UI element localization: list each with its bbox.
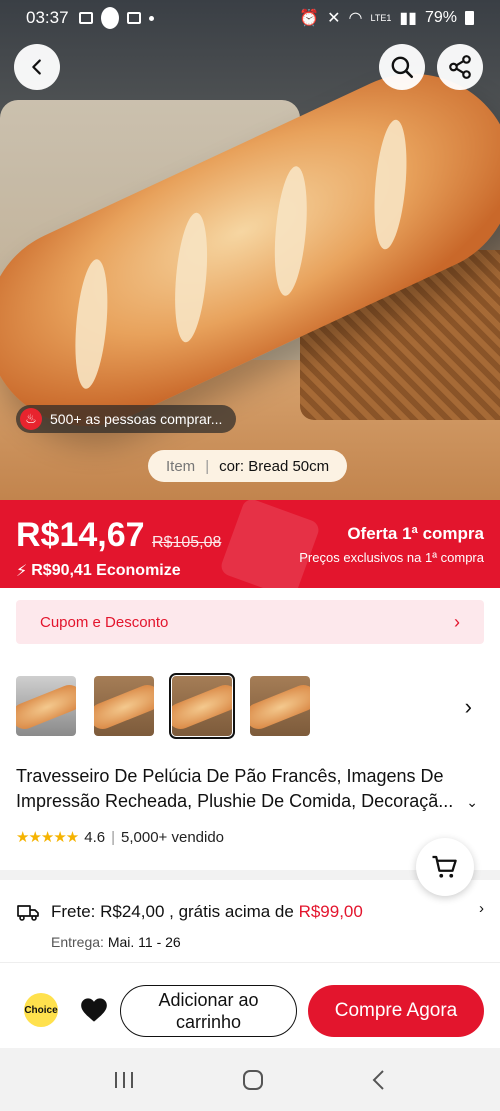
chevron-down-icon[interactable]: ⌄ bbox=[466, 794, 478, 811]
share-button[interactable] bbox=[437, 44, 483, 90]
variant-value: cor: Bread 50cm bbox=[219, 457, 330, 475]
system-nav-bar bbox=[0, 1048, 500, 1111]
thumbnail-selected[interactable] bbox=[169, 673, 235, 739]
network-label: LTE1 bbox=[370, 13, 392, 23]
heart-icon[interactable] bbox=[80, 997, 108, 1023]
thumbnail[interactable] bbox=[94, 676, 154, 736]
back-button[interactable] bbox=[14, 44, 60, 90]
rating-row[interactable]: ★★★★★ 4.6 | 5,000+ vendido bbox=[16, 828, 225, 847]
offer-subtitle: Preços exclusivos na 1ª compra bbox=[299, 550, 484, 565]
cart-icon bbox=[432, 855, 457, 878]
chevron-right-icon: › bbox=[479, 900, 484, 917]
variant-chip[interactable]: Item | cor: Bread 50cm bbox=[148, 450, 348, 482]
home-icon[interactable] bbox=[242, 1069, 264, 1091]
thumbnail-strip bbox=[16, 673, 310, 739]
fire-icon: ♨ bbox=[20, 408, 42, 430]
savings: ⚡ R$90,41 Economize bbox=[16, 561, 181, 581]
mute-icon: ✕ bbox=[327, 10, 341, 27]
more-notifications-icon bbox=[148, 15, 154, 21]
gallery-icon bbox=[78, 12, 93, 24]
product-title[interactable]: Travesseiro De Pelúcia De Pão Francês, I… bbox=[16, 764, 464, 814]
chevron-right-icon: › bbox=[454, 611, 460, 632]
nav-back-icon[interactable] bbox=[371, 1069, 387, 1091]
variant-key: Item bbox=[166, 457, 196, 475]
buyers-badge: ♨ 500+ as pessoas comprar... bbox=[16, 405, 237, 433]
thumbnail[interactable] bbox=[250, 676, 310, 736]
rating-stars-icon: ★★★★★ bbox=[16, 829, 79, 846]
rating-value: 4.6 bbox=[84, 828, 106, 846]
buy-now-button[interactable]: Compre Agora bbox=[308, 985, 484, 1037]
shipping-cost: Frete: R$24,00 , grátis acima de R$99,00 bbox=[51, 902, 363, 921]
chevron-right-icon[interactable]: › bbox=[465, 694, 472, 720]
offer-title: Oferta 1ª compra bbox=[347, 524, 484, 543]
product-info: Cupom e Desconto › › Travesseiro De Pelú… bbox=[0, 588, 500, 870]
search-button[interactable] bbox=[379, 44, 425, 90]
savings-text: R$90,41 Economize bbox=[31, 562, 181, 579]
truck-icon bbox=[17, 905, 39, 921]
status-time: 03:37 bbox=[26, 8, 69, 27]
free-threshold: R$99,00 bbox=[298, 902, 363, 921]
price-banner: R$14,67 R$105,08 ⚡ R$90,41 Economize Ofe… bbox=[0, 500, 500, 588]
action-bar: Choice Adicionar ao carrinho Compre Agor… bbox=[0, 962, 500, 1048]
share-icon bbox=[449, 55, 471, 79]
choice-badge[interactable]: Choice bbox=[24, 993, 58, 1027]
lightning-icon: ⚡ bbox=[16, 563, 28, 580]
thumbnail[interactable] bbox=[16, 676, 76, 736]
delivery-dates: Mai. 11 - 26 bbox=[107, 934, 181, 950]
battery-icon bbox=[465, 11, 474, 25]
wifi-icon: ◠ bbox=[348, 10, 363, 27]
signal-icon: ▮▮ bbox=[399, 10, 417, 27]
mail-icon bbox=[126, 12, 141, 24]
back-icon bbox=[32, 59, 41, 75]
delivery-estimate: Entrega: Mai. 11 - 26 bbox=[51, 934, 181, 950]
coupon-label: Cupom e Desconto bbox=[40, 613, 169, 631]
search-icon bbox=[391, 56, 414, 79]
status-bar: 03:37 ⏰ ✕ ◠ LTE1 ▮▮ 79% bbox=[0, 0, 500, 36]
alarm-icon: ⏰ bbox=[299, 10, 320, 27]
notification-icon bbox=[100, 7, 119, 29]
cart-button[interactable] bbox=[416, 838, 474, 896]
shipping-row[interactable]: Frete: R$24,00 , grátis acima de R$99,00… bbox=[0, 880, 500, 962]
coupon-row[interactable]: Cupom e Desconto › bbox=[16, 600, 484, 644]
battery-percent: 79% bbox=[424, 9, 457, 26]
original-price: R$105,08 bbox=[152, 534, 222, 551]
add-to-cart-button[interactable]: Adicionar ao carrinho bbox=[120, 985, 297, 1037]
tag-decoration bbox=[218, 500, 322, 588]
recents-icon[interactable] bbox=[113, 1070, 135, 1090]
sold-count: 5,000+ vendido bbox=[121, 828, 225, 846]
current-price: R$14,67 bbox=[16, 516, 145, 554]
buyers-badge-text: 500+ as pessoas comprar... bbox=[50, 411, 223, 427]
